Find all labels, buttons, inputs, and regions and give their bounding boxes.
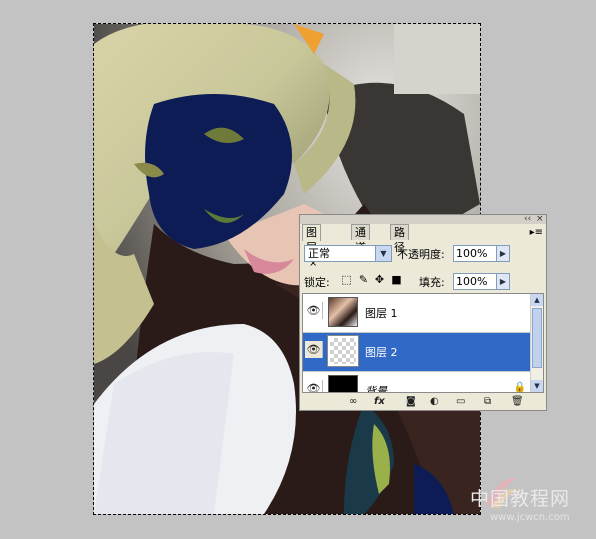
opacity-label: 不透明度: [397,248,445,261]
layer-row[interactable]: 👁 图层 1 [303,294,532,333]
scroll-down-icon[interactable]: ▼ [531,380,543,392]
lock-row: 锁定: ⬚ ✎ ✥ ■ 填充: 100% ▶ [300,273,546,291]
layers-scrollbar[interactable]: ▲ ▼ [530,294,543,392]
opacity-slider-button[interactable]: ▶ [496,245,510,262]
lock-brush-icon[interactable]: ✎ [358,274,369,285]
close-icon[interactable]: × [536,215,544,224]
opacity-value: 100% [456,247,488,260]
scroll-up-icon[interactable]: ▲ [531,294,543,306]
layers-list: 👁 图层 1 👁 图层 2 👁 背景 🔒 ▲ ▼ [302,293,544,393]
lock-move-icon[interactable]: ✥ [374,274,385,285]
fill-slider-button[interactable]: ▶ [496,273,510,290]
opacity-input[interactable]: 100% [453,245,497,262]
tab-layers[interactable]: 图层× [302,224,322,269]
blend-row: 正常 ▼ 不透明度: 100% ▶ [300,245,546,263]
blend-mode-value: 正常 [308,247,330,260]
layer-row[interactable]: 👁 背景 🔒 [303,372,532,393]
blend-mode-select[interactable]: 正常 ▼ [304,245,392,262]
layer-name: 图层 2 [365,346,398,359]
eye-icon[interactable]: 👁 [305,341,323,358]
fill-value: 100% [456,275,488,288]
panel-footer: ∞ fx ◙ ◐ ▭ ⧉ 🗑 [300,395,546,410]
panel-menu-icon[interactable]: ▸≡ [530,227,543,238]
lock-icon: 🔒 [513,382,526,393]
panel-titlebar[interactable]: ‹‹ × [300,215,546,224]
lock-transparent-icon[interactable]: ⬚ [341,274,352,285]
chevron-down-icon: ▼ [375,246,391,261]
tab-channels[interactable]: 通道 [351,224,370,254]
new-layer-icon[interactable]: ⧉ [484,396,491,408]
minimize-icon[interactable]: ‹‹ [524,215,531,224]
trash-icon[interactable]: 🗑 [511,396,524,408]
eye-icon[interactable]: 👁 [305,380,323,392]
link-icon[interactable]: ∞ [349,396,357,408]
fill-input[interactable]: 100% [453,273,497,290]
fill-label: 填充: [419,276,445,289]
adjustment-icon[interactable]: ◐ [430,396,439,408]
layer-thumbnail [328,297,358,327]
lock-label: 锁定: [304,276,330,289]
fx-icon[interactable]: fx [374,396,385,408]
lock-all-icon[interactable]: ■ [391,274,402,285]
tab-paths[interactable]: 路径 [390,224,409,254]
layer-thumbnail [328,375,358,392]
layer-name: 背景 [365,385,387,393]
layer-row[interactable]: 👁 图层 2 [303,333,532,372]
scroll-thumb[interactable] [532,308,542,368]
layers-panel: ‹‹ × 图层× 通道 路径 ▸≡ 正常 ▼ 不透明度: 100% ▶ 锁定: … [299,214,547,411]
layer-name: 图层 1 [365,307,398,320]
mask-icon[interactable]: ◙ [406,396,416,408]
eye-icon[interactable]: 👁 [305,302,323,319]
watermark-title: 中国教程网 [470,488,571,510]
watermark-url: www.jcwcn.com [490,512,570,523]
layer-thumbnail [327,335,359,367]
group-icon[interactable]: ▭ [456,396,465,408]
